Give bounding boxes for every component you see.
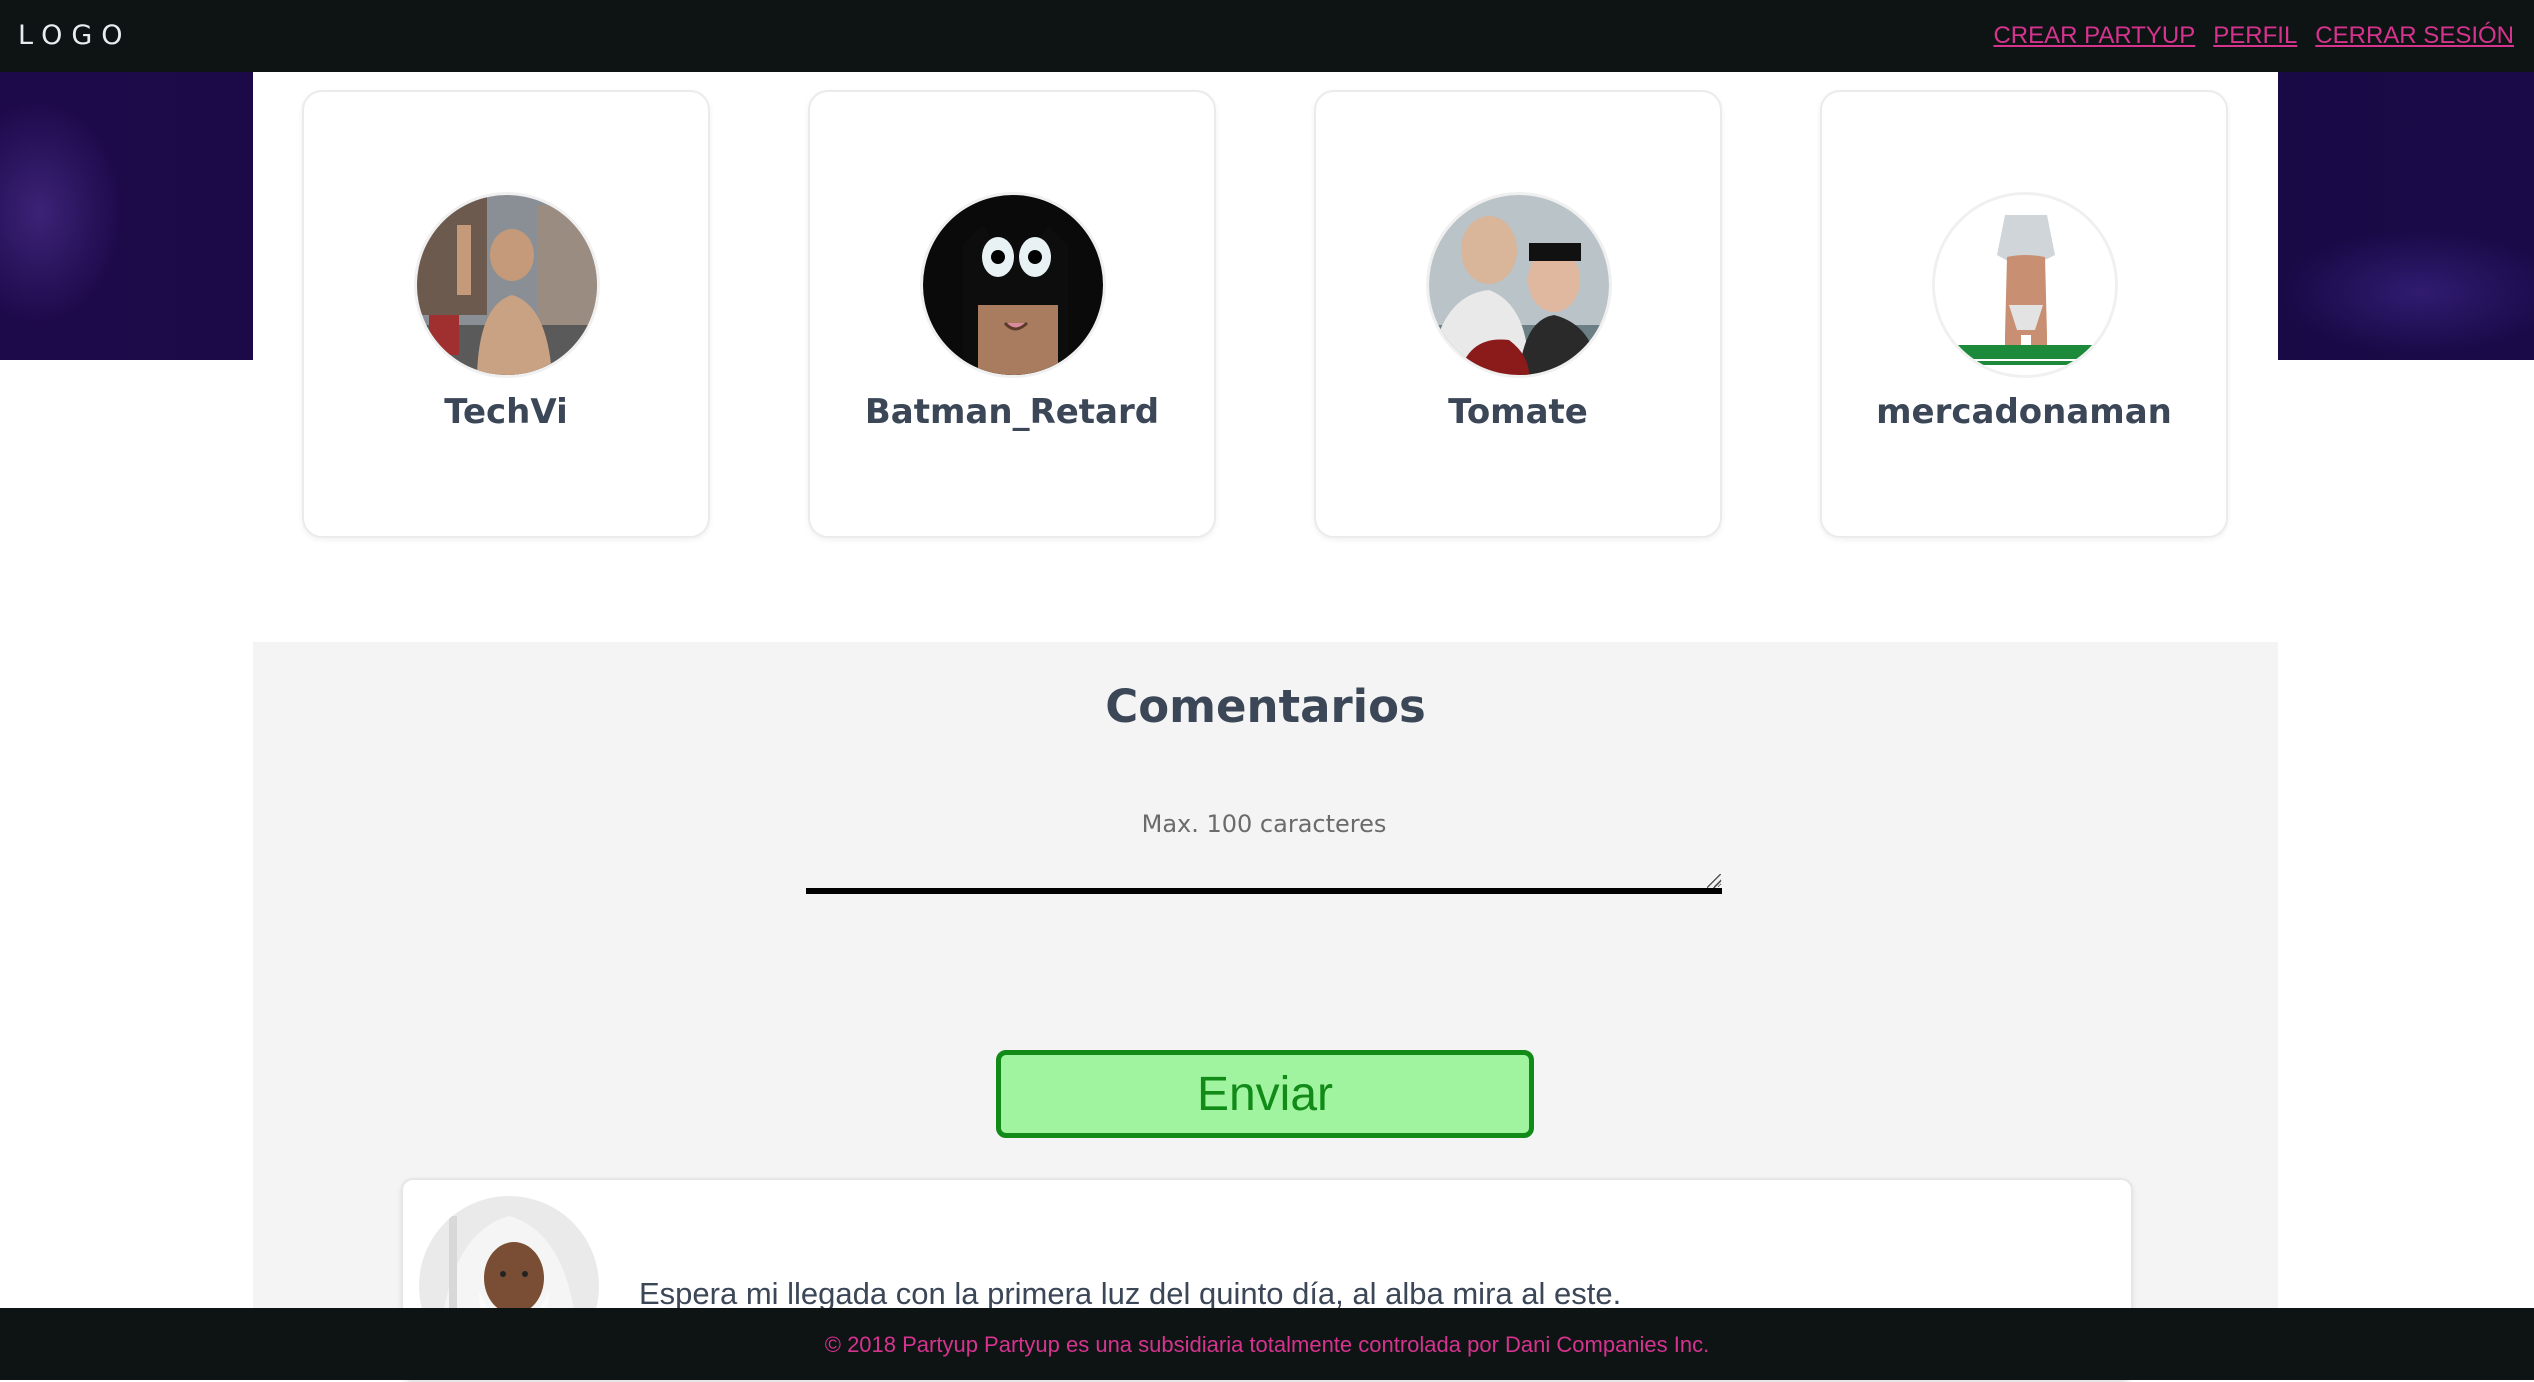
nav-link-crear-partyup[interactable]: CREAR PARTYUP [1993,22,2195,50]
logo[interactable]: LOGO [18,20,132,51]
member-name: Batman_Retard [864,392,1160,432]
top-navbar: LOGO CREAR PARTYUP PERFIL CERRAR SESIÓN [0,0,2534,72]
member-card[interactable]: Batman_Retard [808,90,1216,538]
member-card[interactable]: Tomate [1314,90,1722,538]
footer-copyright: © 2018 Partyup Partyup es una subsidiari… [824,1332,1710,1357]
comment-text: Espera mi llegada con la primera luz del… [639,1276,1622,1311]
nav-links: CREAR PARTYUP PERFIL CERRAR SESIÓN [1993,22,2514,50]
member-card[interactable]: mercadonaman [1820,90,2228,538]
member-avatar [1426,192,1612,378]
member-name: mercadonaman [1876,392,2172,432]
member-name: Tomate [1448,392,1588,432]
main-panel: TechVi Batman_Retard Tomate mercadonaman… [253,72,2278,1382]
member-name: TechVi [444,392,568,432]
footer: © 2018 Partyup Partyup es una subsidiari… [0,1308,2534,1380]
resize-handle-icon[interactable] [1707,874,1721,888]
member-card[interactable]: TechVi [302,90,710,538]
comments-section: Comentarios Enviar Espera mi llegada con… [253,642,2278,1382]
member-avatar [920,192,1106,378]
comments-title: Comentarios [1105,680,1426,733]
nav-link-cerrar-sesion[interactable]: CERRAR SESIÓN [2315,22,2514,50]
members-section: TechVi Batman_Retard Tomate mercadonaman [253,72,2278,642]
member-avatar [414,192,600,378]
nav-link-perfil[interactable]: PERFIL [2213,22,2297,50]
send-button[interactable]: Enviar [996,1050,1534,1138]
member-avatar [1932,192,2118,378]
comment-input[interactable] [806,790,1722,894]
